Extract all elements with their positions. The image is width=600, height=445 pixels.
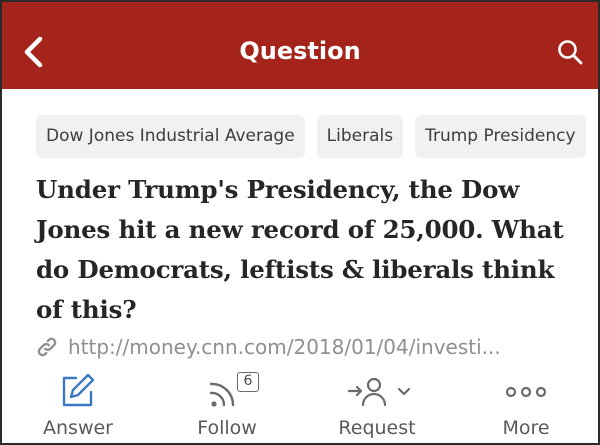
more-button[interactable]: More: [466, 372, 586, 443]
search-icon[interactable]: [556, 38, 584, 66]
answer-button[interactable]: Answer: [18, 372, 138, 443]
follow-count-badge: 6: [237, 372, 259, 392]
follow-button[interactable]: 6 Follow: [167, 372, 287, 443]
question-title: Under Trump's Presidency, the Dow Jones …: [36, 175, 564, 324]
topic-chip-dow-jones[interactable]: Dow Jones Industrial Average: [36, 115, 305, 158]
topic-chip-trump-presidency[interactable]: Trump Presidency: [415, 115, 586, 158]
request-person-icon: [347, 377, 411, 407]
app-frame: Question Dow Jones Industrial Average Li…: [0, 0, 600, 445]
answer-label: Answer: [43, 417, 113, 439]
topic-list: Dow Jones Industrial Average Liberals Tr…: [36, 115, 598, 158]
follow-label: Follow: [197, 417, 257, 439]
action-bar: Answer 6 Follow Request More: [2, 372, 598, 443]
page-title: Question: [239, 37, 361, 65]
request-label: Request: [338, 417, 416, 439]
more-dots-icon: [505, 386, 547, 398]
source-link[interactable]: http://money.cnn.com/2018/01/04/investi.…: [36, 331, 576, 363]
request-button[interactable]: Request: [317, 372, 437, 443]
link-url[interactable]: http://money.cnn.com/2018/01/04/investi.…: [68, 335, 501, 359]
more-label: More: [502, 417, 550, 439]
top-bar: Question: [2, 2, 598, 89]
pencil-icon: [62, 373, 95, 407]
link-icon: [37, 337, 57, 357]
topic-chip-liberals[interactable]: Liberals: [316, 115, 404, 158]
